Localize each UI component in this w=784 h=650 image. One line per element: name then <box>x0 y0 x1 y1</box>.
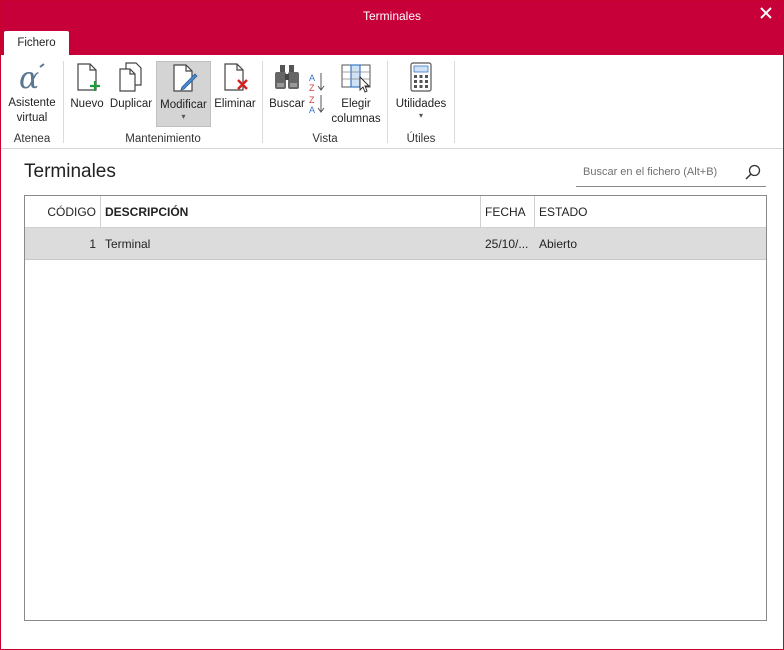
table-row[interactable]: 1 Terminal 25/10/... Abierto <box>25 228 766 260</box>
asistente-virtual-button[interactable]: α Asistente virtual <box>5 61 59 126</box>
eliminar-label: Eliminar <box>214 98 256 110</box>
svg-text:Z: Z <box>309 83 315 93</box>
delete-document-icon <box>224 63 248 91</box>
svg-text:α: α <box>19 61 39 93</box>
app-window: Terminales Fichero α Asistente virtual A… <box>0 0 784 650</box>
window-title: Terminales <box>362 9 422 23</box>
ribbon-group-mantenimiento: Nuevo Duplicar Modificar ▾ Eliminar Mant… <box>64 59 262 147</box>
chevron-down-icon: ▾ <box>181 112 186 121</box>
column-header-codigo[interactable]: CÓDIGO <box>25 196 100 228</box>
cell-descripcion: Terminal <box>105 237 151 251</box>
table-header: CÓDIGO DESCRIPCIÓN FECHA ESTADO <box>25 196 766 228</box>
svg-text:Z: Z <box>309 95 315 105</box>
ribbon: α Asistente virtual Atenea Nuevo Duplica… <box>1 55 783 149</box>
chevron-down-icon: ▾ <box>418 111 423 120</box>
buscar-button[interactable]: Buscar <box>267 61 307 112</box>
choose-columns-icon <box>341 64 371 93</box>
column-header-fecha[interactable]: FECHA <box>481 196 534 228</box>
modificar-button[interactable]: Modificar ▾ <box>156 61 211 127</box>
modificar-label: Modificar <box>160 99 207 111</box>
cell-estado: Abierto <box>539 237 578 251</box>
data-grid: CÓDIGO DESCRIPCIÓN FECHA ESTADO 1 Termin… <box>24 195 767 621</box>
duplicate-icon <box>119 62 142 92</box>
buscar-label: Buscar <box>269 98 305 110</box>
page-title: Terminales <box>24 161 116 182</box>
svg-text:A: A <box>309 105 315 115</box>
alpha-icon: α <box>19 61 45 93</box>
eliminar-button[interactable]: Eliminar <box>213 61 257 112</box>
ribbon-group-atenea: α Asistente virtual Atenea <box>1 59 63 147</box>
utilidades-button[interactable]: Utilidades ▾ <box>392 61 450 120</box>
utilidades-label: Utilidades <box>395 98 447 110</box>
ribbon-group-utiles: Utilidades ▾ Útiles <box>388 59 454 147</box>
search-icon[interactable] <box>744 163 762 181</box>
sort-icon: A Z Z A <box>309 73 325 115</box>
calculator-icon <box>410 62 432 92</box>
sort-button[interactable]: A Z Z A <box>307 69 329 117</box>
ribbon-group-vista: Buscar A Z Z A Elegir columnas Vista <box>263 59 387 147</box>
group-label-atenea: Atenea <box>13 133 51 145</box>
group-label-mantenimiento: Mantenimiento <box>125 133 201 145</box>
ribbon-separator <box>454 61 455 143</box>
cell-fecha: 25/10/... <box>485 237 529 251</box>
cell-codigo: 1 <box>89 237 96 251</box>
duplicar-button[interactable]: Duplicar <box>108 61 154 112</box>
column-header-descripcion[interactable]: DESCRIPCIÓN <box>101 196 479 228</box>
new-document-icon <box>77 63 100 91</box>
elegir-label: Elegir <box>341 98 371 110</box>
asistente-label: Asistente <box>8 97 56 109</box>
elegir-columnas-button[interactable]: Elegir columnas <box>329 61 383 127</box>
search-input[interactable] <box>576 160 736 184</box>
search-box <box>576 160 766 187</box>
group-label-vista: Vista <box>312 133 338 145</box>
close-icon[interactable] <box>757 4 775 22</box>
edit-document-icon <box>172 64 198 92</box>
columnas-label: columnas <box>331 113 381 125</box>
title-bar: Terminales <box>1 1 783 55</box>
nuevo-button[interactable]: Nuevo <box>68 61 106 112</box>
virtual-label: virtual <box>16 112 48 124</box>
nuevo-label: Nuevo <box>70 98 104 110</box>
duplicar-label: Duplicar <box>109 98 153 110</box>
svg-text:A: A <box>309 73 315 83</box>
column-header-estado[interactable]: ESTADO <box>535 196 765 228</box>
binoculars-icon <box>275 65 299 89</box>
tab-fichero[interactable]: Fichero <box>4 31 69 56</box>
group-label-utiles: Útiles <box>406 133 436 145</box>
